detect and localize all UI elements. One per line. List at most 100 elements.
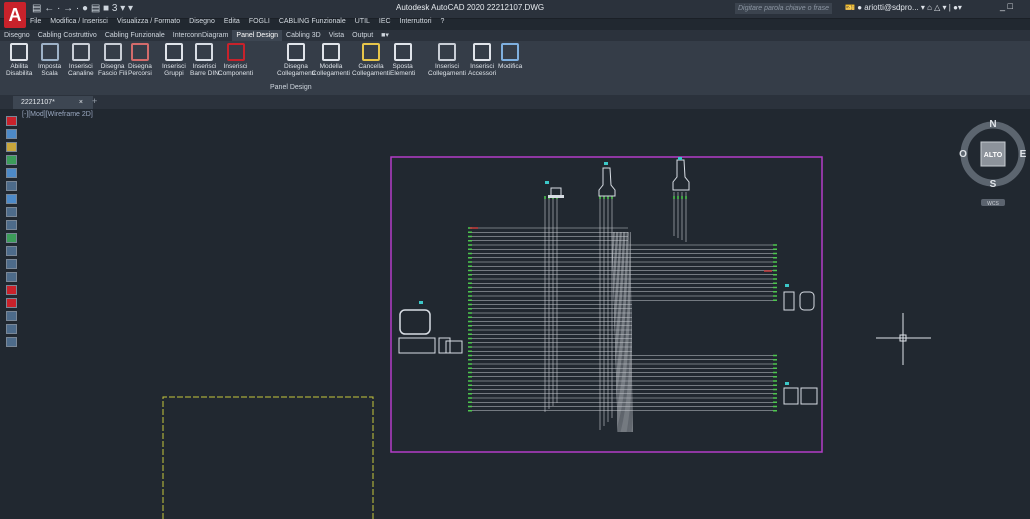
wire[interactable] [618, 231, 624, 433]
ribbon-button[interactable]: Inserisci Gruppi [162, 43, 186, 77]
model-link-icon [321, 43, 340, 61]
menu-item[interactable]: Interruttori [400, 18, 432, 25]
toolbar-tool-icon[interactable] [6, 129, 17, 139]
ribbon-button[interactable]: Disegna Fascio Fili [98, 43, 127, 77]
ribbon-button[interactable]: Inserisci Barre DIN [190, 43, 219, 77]
ribbon-button[interactable]: Inserisci Canaline [68, 43, 94, 77]
toolbar-tool-icon[interactable] [6, 246, 17, 256]
top-connector-1[interactable] [545, 181, 564, 198]
left-component-terminal[interactable] [445, 340, 463, 354]
viewport-label[interactable]: [-][Mod][Wireframe 2D] [22, 111, 93, 118]
wire[interactable] [628, 231, 632, 433]
close-icon[interactable]: × [79, 99, 83, 106]
menu-item[interactable]: Visualizza / Formato [117, 18, 180, 25]
sheet-border[interactable] [162, 396, 374, 519]
menu-item[interactable]: Modifica / Inserisci [50, 18, 108, 25]
toolbar-tool-icon[interactable] [6, 311, 17, 321]
group-icon [164, 43, 183, 61]
top-connector-3[interactable] [672, 157, 690, 191]
toolbar-tool-icon[interactable] [6, 233, 17, 243]
viewcube[interactable]: ALTO N S E O WCS [959, 119, 1027, 207]
document-tab[interactable]: 22212107* × [13, 96, 93, 109]
ribbon-tab[interactable]: Cabling Funzionale [101, 30, 169, 41]
user-name[interactable]: ariotti@sdpro... [864, 3, 918, 12]
ribbon-button[interactable]: Cancella Collegamenti [352, 43, 390, 77]
menu-bar: File Modifica / Inserisci Visualizza / For… [30, 18, 453, 30]
toolbar-tool-icon[interactable] [6, 194, 17, 204]
right-component-lower[interactable] [783, 382, 818, 405]
ribbon-panel: Panel Design Abilita Disabilita Imposta Sca… [0, 41, 1030, 96]
ribbon-button[interactable]: Modella Collegamenti [312, 43, 350, 77]
top-connector-2[interactable] [598, 162, 616, 197]
ribbon-button[interactable]: Disegna Collegamenti [277, 43, 315, 77]
toolbar-tool-icon[interactable] [6, 259, 17, 269]
ribbon-button[interactable]: Inserisci Componenti [218, 43, 253, 77]
toolbar-tool-icon[interactable] [6, 285, 17, 295]
wire[interactable] [611, 231, 619, 433]
wire[interactable] [621, 231, 626, 433]
toolbar-tool-icon[interactable] [6, 220, 17, 230]
menu-item[interactable]: FOGLI [249, 18, 270, 25]
menu-item[interactable]: ? [441, 18, 445, 25]
ribbon-tab[interactable]: Disegno [0, 30, 34, 41]
wire[interactable] [622, 231, 628, 433]
ribbon-button[interactable]: Abilita Disabilita [6, 43, 32, 77]
ribbon-button-label: Percorsi [128, 70, 152, 77]
search-input[interactable]: Digitare parola chiave o frase [735, 3, 832, 14]
window-controls[interactable]: _ □ [1000, 1, 1013, 11]
cart-icon[interactable]: ▾ ⌂ △ ▾ | ●▾ [921, 3, 962, 12]
wire[interactable] [615, 231, 622, 433]
wire[interactable] [624, 231, 629, 433]
toolbar-tool-icon[interactable] [6, 272, 17, 282]
ribbon-tab[interactable]: Vista [325, 30, 348, 41]
wire[interactable] [617, 231, 623, 433]
wire[interactable] [614, 231, 621, 433]
ribbon-button[interactable]: Inserisci Accessori [468, 43, 496, 77]
toolbar-tool-icon[interactable] [6, 337, 17, 347]
toolbar-tool-icon[interactable] [6, 298, 17, 308]
ribbon-button[interactable]: Inserisci Collegamenti [428, 43, 466, 77]
panel-frame[interactable] [390, 156, 823, 453]
add-tab-icon[interactable]: + [92, 96, 97, 106]
ribbon-tab[interactable]: Cabling Costruttivo [34, 30, 101, 41]
ribbon-button[interactable]: Disegna Percorsi [128, 43, 152, 77]
menu-item[interactable]: File [30, 18, 41, 25]
toolbar-tool-icon[interactable] [6, 116, 17, 126]
menu-item[interactable]: Disegno [189, 18, 215, 25]
autocad-logo[interactable]: A [4, 2, 26, 28]
toolbar-tool-icon[interactable] [6, 324, 17, 334]
menu-item[interactable]: CABLING Funzionale [279, 18, 346, 25]
ribbon-tab[interactable]: Panel Design [232, 30, 283, 41]
toolbar-tool-icon[interactable] [6, 155, 17, 165]
window-title: Autodesk AutoCAD 2020 22212107.DWG [396, 3, 545, 12]
viewcube-east: E [1020, 149, 1027, 160]
ribbon-button-label: Modella [319, 63, 343, 70]
wire-bundle[interactable] [468, 192, 777, 433]
user-account[interactable]: 🎫 ● ariotti@sdpro... ▾ ⌂ △ ▾ | ●▾ [845, 3, 962, 12]
ribbon-button-label: Inserisci [470, 63, 495, 70]
wire-bundle-icon [103, 43, 122, 61]
menu-item[interactable]: IEC [379, 18, 391, 25]
right-component-upper[interactable] [783, 284, 815, 311]
wire[interactable] [613, 231, 620, 433]
ribbon-tab[interactable]: ■▾ [377, 30, 393, 41]
ribbon-tab[interactable]: Cabling 3D [282, 30, 325, 41]
wire[interactable] [627, 231, 631, 433]
ribbon-button[interactable]: Modifica [498, 43, 522, 70]
menu-item[interactable]: Edita [224, 18, 240, 25]
wire[interactable] [629, 231, 633, 433]
toolbar-tool-icon[interactable] [6, 207, 17, 217]
toolbar-tool-icon[interactable] [6, 181, 17, 191]
binoculars-icon[interactable]: 🎫 [845, 3, 855, 12]
ribbon-button[interactable]: Sposta Elementi [390, 43, 415, 77]
quick-access-toolbar[interactable]: ▤ ← · → · ● ▤ ■ 3 ▾ ▾ [32, 3, 133, 14]
ribbon-tab[interactable]: Output [348, 30, 377, 41]
menu-item[interactable]: UTIL [355, 18, 370, 25]
toolbar-tool-icon[interactable] [6, 142, 17, 152]
ribbon-button[interactable]: Imposta Scala [38, 43, 61, 77]
wire[interactable] [625, 231, 630, 433]
ribbon-tab[interactable]: InterconnDiagram [169, 30, 233, 41]
left-component-motor[interactable] [398, 301, 451, 354]
toolbar-tool-icon[interactable] [6, 168, 17, 178]
wire[interactable] [620, 231, 625, 433]
